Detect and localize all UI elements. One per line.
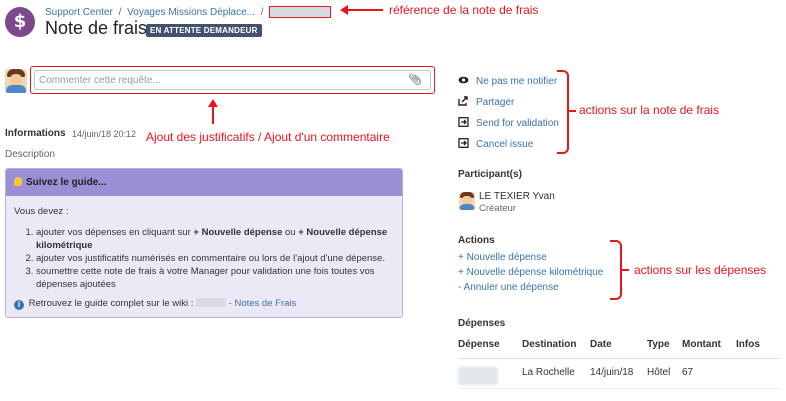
guide-step-text: ajouter vos dépenses en cliquant sur: [36, 227, 194, 238]
cell-date: 14/juin/18: [590, 358, 647, 389]
action-label: Cancel issue: [476, 139, 534, 150]
participants-heading: Participant(s): [458, 169, 522, 180]
guide-steps: ajouter vos dépenses en cliquant sur + N…: [36, 226, 396, 291]
wiki-space-redacted: [196, 298, 227, 307]
participant-avatar: [459, 192, 475, 210]
annotation-line-reference: [347, 9, 383, 11]
guide-wiki-text: Retrouvez le guide complet sur le wiki :: [28, 298, 194, 309]
guide-wiki-line: i Retrouvez le guide complet sur le wiki…: [14, 297, 396, 310]
action-annuler-depense[interactable]: - Annuler une dépense: [458, 282, 559, 293]
action-label: Partager: [476, 97, 515, 108]
guide-title: Suivez le guide...: [26, 177, 107, 188]
transition-icon: [458, 138, 469, 148]
cell-type: Hôtel: [647, 358, 682, 389]
wiki-link[interactable]: - Notes de Frais: [229, 298, 297, 309]
transition-icon: [458, 117, 469, 127]
share-icon: [458, 96, 469, 106]
action-partager[interactable]: Partager: [458, 96, 514, 108]
breadcrumb-separator: /: [118, 6, 122, 18]
paperclip-icon[interactable]: 📎︎: [408, 73, 422, 86]
guide-step: soumettre cette note de frais à votre Ma…: [36, 265, 396, 291]
annotation-actions-note: actions sur la note de frais: [579, 103, 720, 117]
issue-reference-redacted[interactable]: [269, 6, 332, 18]
informations-heading: Informations: [5, 128, 66, 139]
column-header: Dépense: [458, 338, 522, 359]
cell-destination: La Rochelle: [522, 358, 590, 389]
action-nouvelle-depense[interactable]: + Nouvelle dépense: [458, 252, 547, 263]
comment-box[interactable]: 📎︎: [34, 70, 431, 90]
action-send-for-validation[interactable]: Send for validation: [458, 117, 559, 129]
action-cancel-issue[interactable]: Cancel issue: [458, 138, 533, 150]
annotation-reference: référence de la note de frais: [389, 3, 539, 17]
eye-icon: [458, 75, 469, 85]
participant-name: LE TEXIER Yvan: [479, 191, 555, 202]
info-icon: i: [14, 300, 24, 310]
annotation-justificatifs: Ajout des justificatifs / Ajout d'un com…: [146, 130, 390, 144]
column-header: Montant: [682, 338, 736, 359]
annotation-bracket-tip: [622, 269, 629, 271]
action-ne-pas-notifier[interactable]: Ne pas me notifier: [458, 75, 557, 87]
informations-date: 14/juin/18 20:12: [72, 129, 137, 139]
column-header: Infos: [736, 338, 781, 359]
guide-step: ajouter vos justificatifs numérisés en c…: [36, 252, 396, 265]
action-label: Send for validation: [476, 118, 559, 129]
guide-header: Suivez le guide...: [6, 169, 402, 196]
action-label: Ne pas me notifier: [476, 76, 558, 87]
cell-depense[interactable]: [458, 358, 522, 389]
guide-intro: Vous devez :: [14, 206, 69, 217]
annotation-bracket-note: [557, 70, 569, 154]
participant-role: Créateur: [479, 203, 516, 214]
table-row[interactable]: La Rochelle 14/juin/18 Hôtel 67: [458, 358, 781, 389]
cell-infos: [736, 358, 781, 389]
breadcrumb-support-center[interactable]: Support Center: [45, 7, 113, 18]
depenses-table: Dépense Destination Date Type Montant In…: [458, 338, 781, 389]
actions-heading: Actions: [458, 235, 495, 246]
avatar: [5, 69, 27, 93]
column-header: Date: [590, 338, 647, 359]
guide-body: Vous devez : ajouter vos dépenses en cli…: [14, 205, 396, 310]
annotation-bracket-tip: [569, 110, 576, 112]
action-nouvelle-depense-kilometrique[interactable]: + Nouvelle dépense kilométrique: [458, 267, 603, 278]
annotation-line-comment: [212, 106, 214, 124]
guide-step-text: ou: [282, 227, 299, 238]
column-header: Type: [647, 338, 682, 359]
depenses-heading: Dépenses: [458, 318, 506, 329]
guide-step: ajouter vos dépenses en cliquant sur + N…: [36, 226, 396, 252]
breadcrumb: Support Center / Voyages Missions Déplac…: [45, 6, 334, 18]
guide-step-bold: + Nouvelle dépense: [193, 227, 283, 238]
comment-input[interactable]: [35, 71, 405, 89]
guide-panel: Suivez le guide... Vous devez : ajouter …: [5, 168, 403, 318]
column-header: Destination: [522, 338, 590, 359]
table-header-row: Dépense Destination Date Type Montant In…: [458, 338, 781, 359]
status-badge: EN ATTENTE DEMANDEUR: [146, 24, 262, 37]
annotation-bracket-depenses: [610, 240, 622, 300]
breadcrumb-project[interactable]: Voyages Missions Déplace...: [127, 7, 255, 18]
cell-montant: 67: [682, 358, 736, 389]
annotation-actions-depenses: actions sur les dépenses: [634, 263, 767, 277]
page-title: Note de frais: [45, 18, 148, 38]
service-desk-logo: $: [5, 7, 35, 37]
lightbulb-icon: [14, 177, 22, 186]
depense-redacted: [458, 366, 498, 385]
description-label: Description: [5, 149, 56, 160]
breadcrumb-separator: /: [260, 6, 264, 18]
